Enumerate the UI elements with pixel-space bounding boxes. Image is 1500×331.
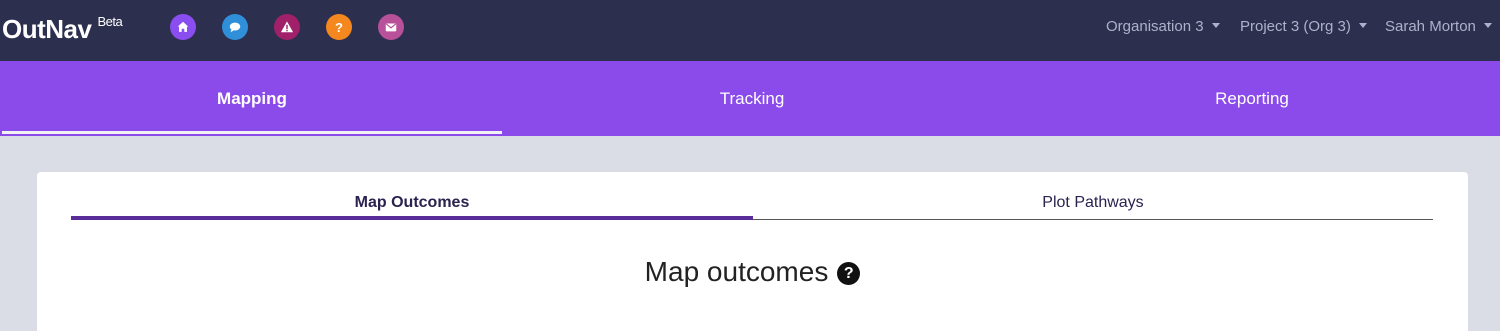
subtab-map-outcomes[interactable]: Map Outcomes [71,194,753,216]
brand-logo[interactable]: OutNav Beta [2,14,123,45]
page-title: Map outcomes? [37,256,1468,288]
chevron-down-icon [1483,23,1492,28]
project-dropdown[interactable]: Project 3 (Org 3) [1240,18,1367,35]
alert-button[interactable] [274,14,300,40]
tab-label: Mapping [217,88,287,108]
chevron-down-icon [1211,23,1220,28]
tab-tracking[interactable]: Tracking [502,61,1002,136]
brand-name: OutNav [2,14,92,44]
subtab-divider [753,219,1433,220]
home-button[interactable] [170,14,196,40]
mail-button[interactable] [378,14,404,40]
active-subtab-indicator [71,216,753,220]
page-heading-text: Map outcomes [644,256,829,287]
top-bar: OutNav Beta ? Organisation 3 Project 3 (O… [0,0,1500,61]
chat-icon [229,22,241,33]
organisation-label: Organisation 3 [1106,18,1204,35]
subtab-label: Plot Pathways [1042,194,1144,211]
warning-icon [280,21,294,33]
help-icon: ? [335,19,343,35]
subtab-plot-pathways[interactable]: Plot Pathways [753,194,1433,216]
chevron-down-icon [1358,23,1367,28]
help-button[interactable]: ? [326,14,352,40]
active-tab-indicator [2,131,502,134]
tab-label: Tracking [719,88,785,108]
sub-tabs: Map Outcomes Plot Pathways [71,172,1433,221]
content-card: Map Outcomes Plot Pathways Map outcomes? [37,172,1468,331]
beta-badge: Beta [97,14,123,29]
tab-label: Reporting [1215,88,1289,108]
organisation-dropdown[interactable]: Organisation 3 [1106,18,1220,35]
mail-icon [385,23,397,32]
help-circle-icon[interactable]: ? [837,262,861,285]
home-icon [177,21,189,32]
main-nav: Mapping Tracking Reporting [0,61,1500,136]
user-menu[interactable]: Sarah Morton [1385,18,1492,35]
tab-mapping[interactable]: Mapping [2,61,502,136]
project-label: Project 3 (Org 3) [1240,18,1351,35]
subtab-label: Map Outcomes [354,194,470,211]
tab-reporting[interactable]: Reporting [1002,61,1500,136]
user-name: Sarah Morton [1385,18,1476,35]
chat-button[interactable] [222,14,248,40]
